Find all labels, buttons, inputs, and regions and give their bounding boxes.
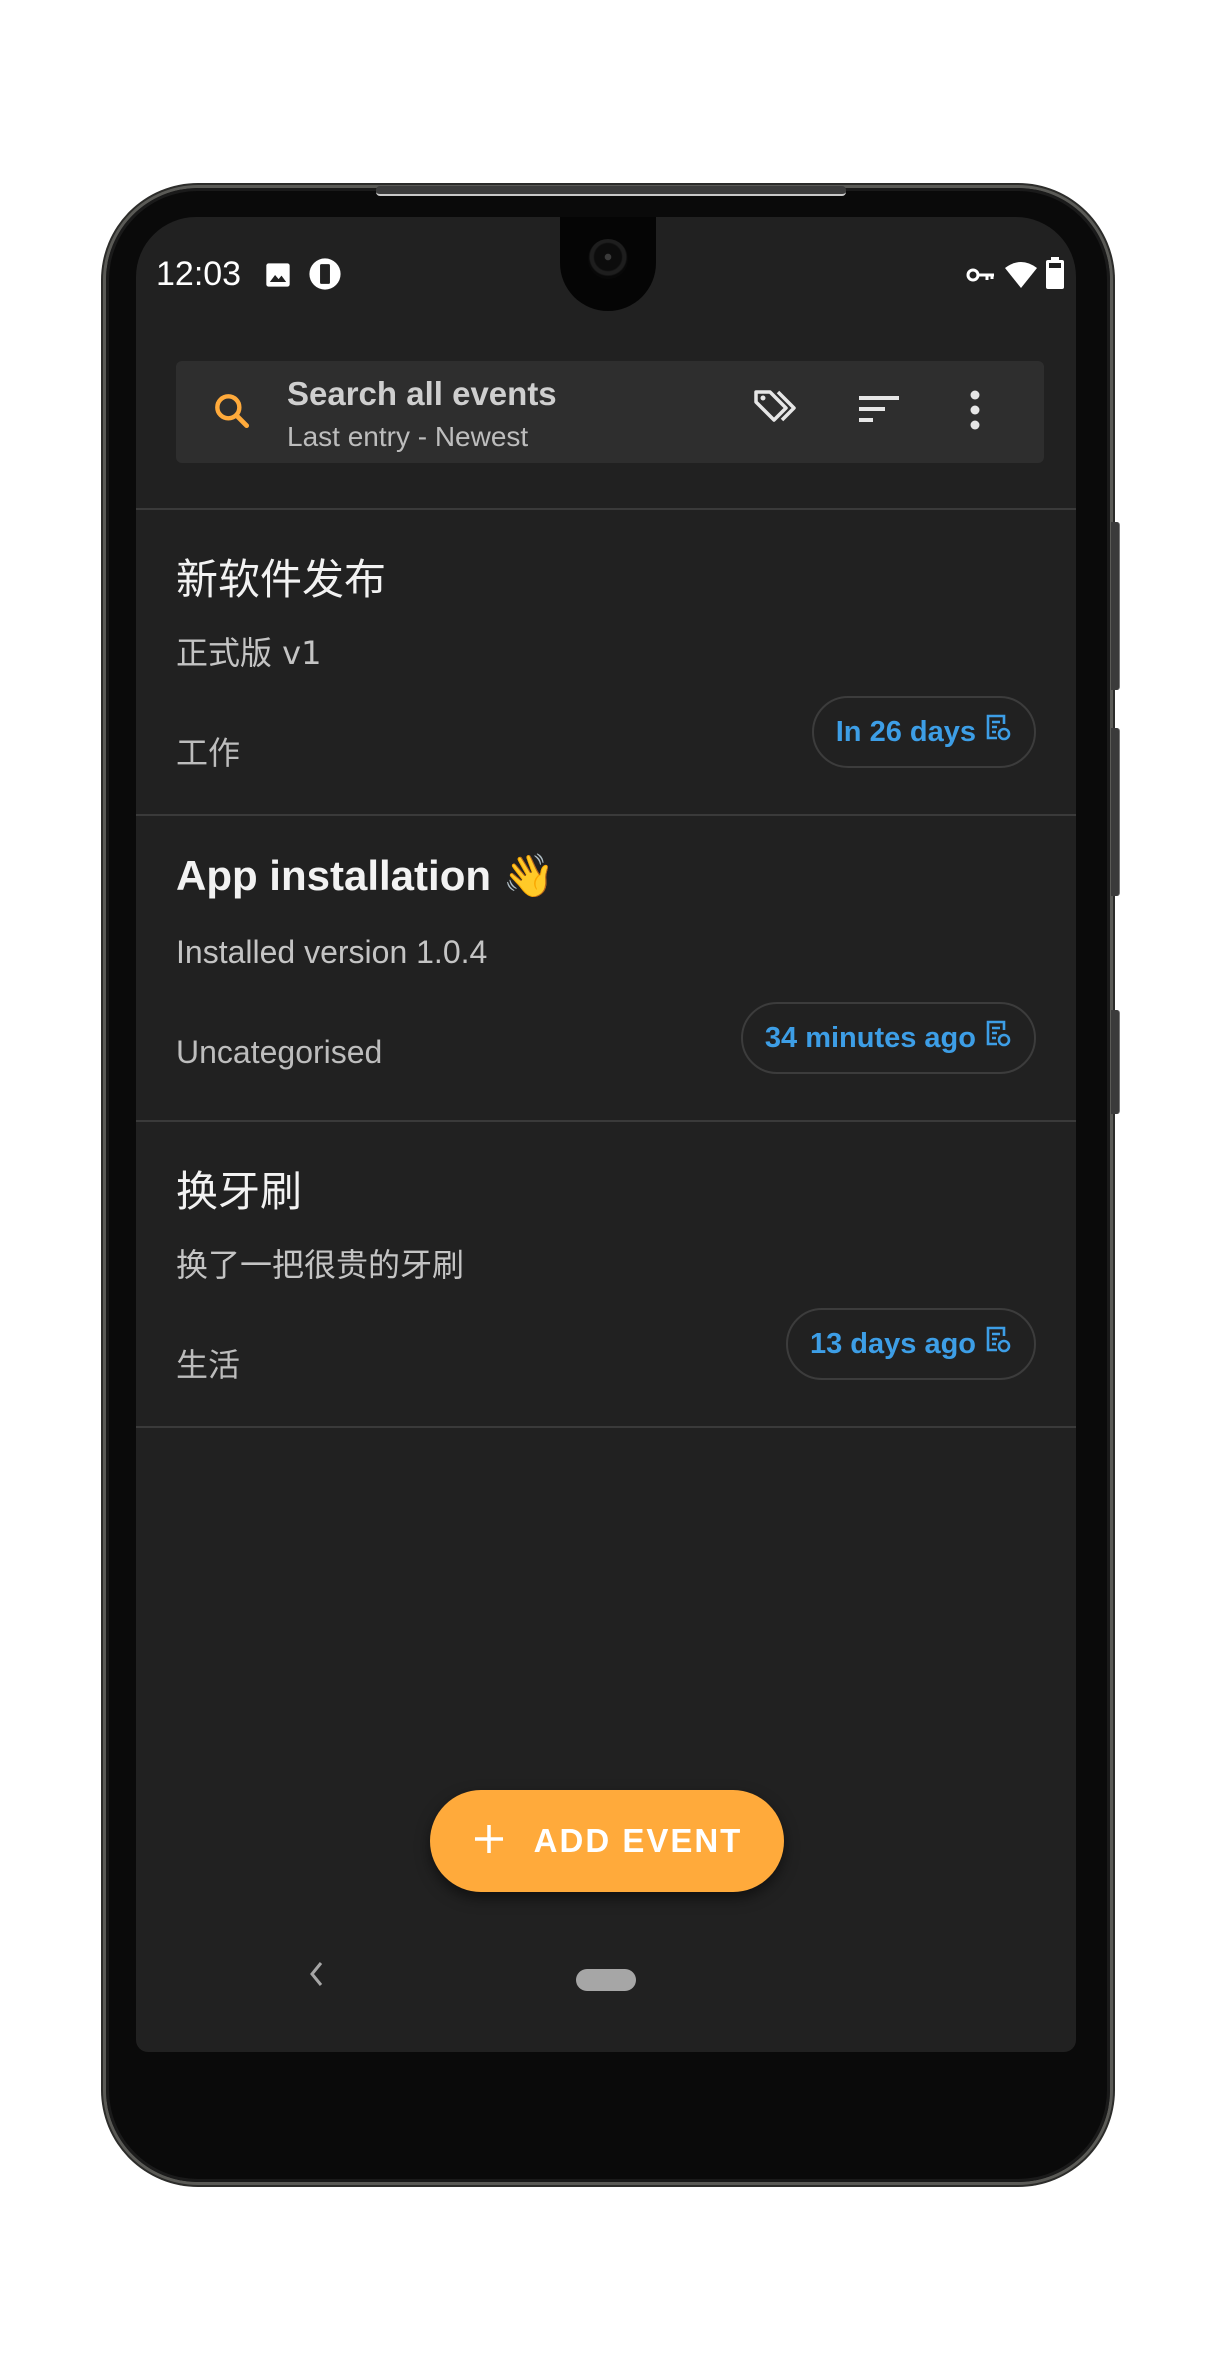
badge-label: 13 days ago [809, 1327, 976, 1360]
more-vert-icon [968, 389, 982, 436]
manage-history-icon [986, 1020, 1012, 1056]
search-placeholder[interactable]: Search all events [287, 375, 557, 413]
manage-history-icon [986, 1326, 1012, 1362]
side-key [1111, 1010, 1120, 1114]
event-title: 新软件发布 [176, 555, 387, 604]
screen: 12:03 Search all events Last entry - New… [136, 217, 1076, 2052]
speaker-grille [376, 186, 846, 196]
back-button[interactable] [306, 1957, 326, 1996]
front-camera [588, 239, 628, 279]
event-description: Installed version 1.0.4 [176, 934, 488, 970]
event-description: 正式版 v1 [176, 634, 322, 672]
plus-icon [472, 1822, 506, 1861]
event-category: Uncategorised [176, 1034, 383, 1070]
search-bar[interactable]: Search all events Last entry - Newest [176, 361, 1044, 463]
more-options-button[interactable] [950, 387, 1000, 437]
home-button[interactable] [576, 1969, 636, 1991]
phone-frame: 12:03 Search all events Last entry - New… [106, 186, 1120, 2182]
vpn-key-icon [966, 265, 996, 290]
manage-history-icon [986, 714, 1012, 750]
navigation-bar [136, 1927, 1076, 2052]
screen-record-icon [308, 257, 342, 296]
add-event-button[interactable]: ADD EVENT [430, 1790, 784, 1892]
event-category: 生活 [176, 1346, 241, 1384]
status-bar: 12:03 [136, 217, 1076, 337]
battery-icon [1046, 257, 1064, 294]
wifi-icon [1004, 259, 1038, 294]
badge-label: 34 minutes ago [764, 1021, 976, 1054]
status-time: 12:03 [156, 255, 242, 293]
volume-button [1111, 728, 1120, 896]
event-title: App installation 👋 [176, 852, 555, 899]
search-icon [210, 389, 254, 438]
event-category: 工作 [176, 734, 241, 772]
camera-notch [560, 217, 656, 311]
event-list-item[interactable]: 新软件发布 正式版 v1 工作 In 26 days [136, 510, 1076, 816]
event-list-item[interactable]: 换牙刷 换了一把很贵的牙刷 生活 13 days ago [136, 1122, 1076, 1428]
event-time-badge[interactable]: In 26 days [811, 696, 1036, 768]
image-icon [264, 261, 292, 294]
event-title: 换牙刷 [176, 1167, 303, 1216]
add-event-label: ADD EVENT [533, 1822, 743, 1859]
divider [136, 1426, 1076, 1428]
sort-button[interactable] [854, 387, 904, 437]
tags-button[interactable] [751, 387, 801, 437]
event-time-badge[interactable]: 34 minutes ago [740, 1002, 1036, 1074]
power-button [1111, 522, 1120, 690]
sort-order-label: Last entry - Newest [287, 421, 529, 452]
event-time-badge[interactable]: 13 days ago [785, 1308, 1036, 1380]
sort-icon [857, 393, 901, 432]
event-list-item[interactable]: App installation 👋 Installed version 1.0… [136, 816, 1076, 1122]
event-description: 换了一把很贵的牙刷 [176, 1246, 465, 1284]
tags-icon [752, 388, 800, 437]
badge-label: In 26 days [835, 715, 976, 748]
